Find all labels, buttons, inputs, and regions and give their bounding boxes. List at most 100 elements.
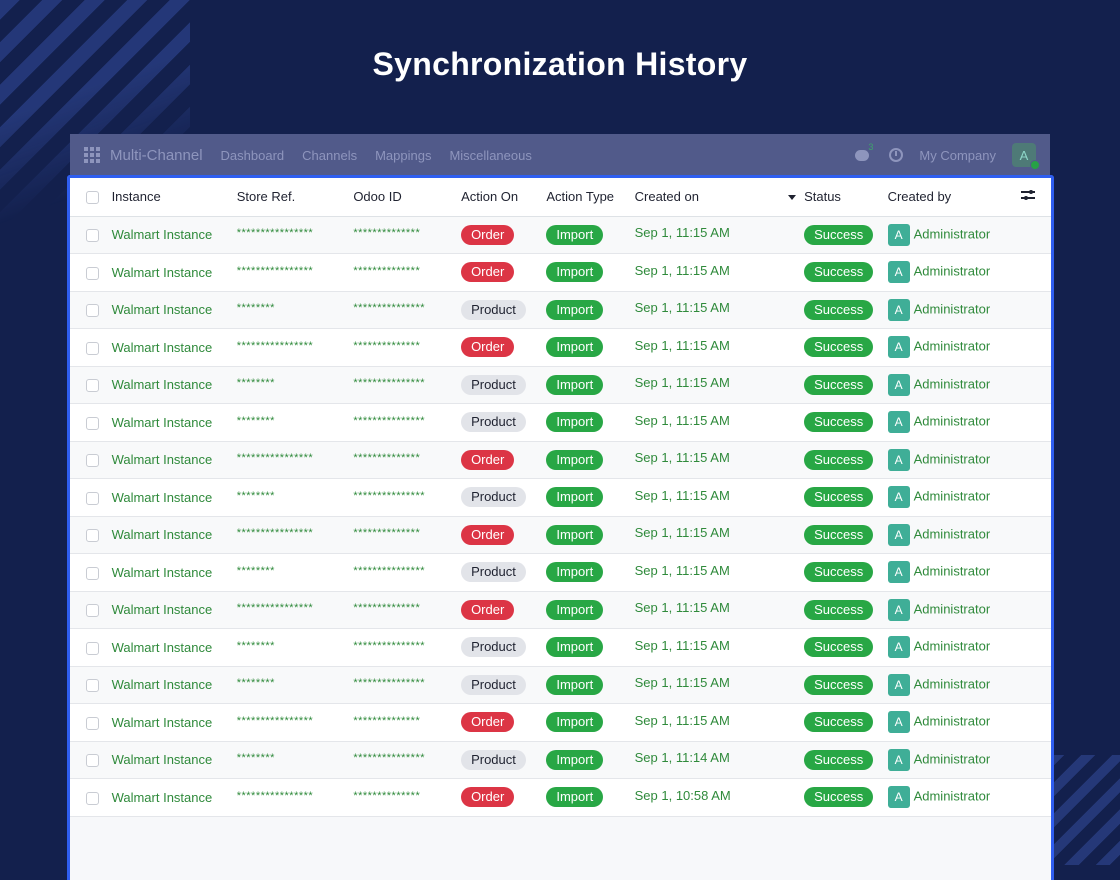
instance-cell[interactable]: Walmart Instance [111, 778, 237, 817]
nav-link-mappings[interactable]: Mappings [375, 148, 431, 163]
instance-cell[interactable]: Walmart Instance [111, 216, 237, 254]
column-header-action-on[interactable]: Action On [461, 178, 547, 217]
odoo-id-cell: ************** [353, 703, 462, 742]
instance-cell[interactable]: Walmart Instance [111, 366, 237, 404]
created-by-cell: A Administrator [887, 703, 1022, 742]
instance-cell[interactable]: Walmart Instance [111, 328, 237, 367]
row-checkbox[interactable] [86, 266, 99, 280]
column-header-store-ref[interactable]: Store Ref. [236, 178, 354, 217]
action-on-cell: Order [461, 328, 547, 367]
row-checkbox[interactable] [86, 754, 99, 768]
column-header-instance[interactable]: Instance [111, 178, 237, 217]
instance-cell[interactable]: Walmart Instance [111, 403, 237, 442]
row-select-cell [70, 741, 112, 779]
instance-cell[interactable]: Walmart Instance [111, 703, 237, 742]
instance-cell[interactable]: Walmart Instance [111, 628, 237, 667]
row-checkbox[interactable] [86, 379, 99, 393]
optional-columns-icon[interactable] [1021, 189, 1036, 201]
status-cell: Success [804, 628, 888, 667]
column-header-odoo-id[interactable]: Odoo ID [353, 178, 462, 217]
row-checkbox[interactable] [86, 491, 99, 505]
table-row[interactable]: Walmart Instance ******** *************** P… [70, 478, 1051, 517]
instance-cell[interactable]: Walmart Instance [111, 441, 237, 479]
clock-icon[interactable] [889, 148, 904, 162]
row-checkbox[interactable] [86, 566, 99, 580]
action-type-badge: Import [546, 637, 604, 658]
table-row[interactable]: Walmart Instance ******** *************** P… [70, 403, 1051, 442]
table-row[interactable]: Walmart Instance **************** ********… [70, 516, 1051, 554]
created-by-name[interactable]: Administrator [914, 414, 991, 429]
created-by-name[interactable]: Administrator [914, 339, 991, 354]
row-select-cell [70, 216, 112, 254]
table-row[interactable]: Walmart Instance **************** ********… [70, 591, 1051, 629]
instance-cell[interactable]: Walmart Instance [111, 591, 237, 629]
created-by-name[interactable]: Administrator [914, 526, 991, 541]
created-by-name[interactable]: Administrator [914, 676, 991, 691]
table-row[interactable]: Walmart Instance **************** ********… [70, 253, 1051, 292]
created-by-name[interactable]: Administrator [914, 376, 991, 391]
row-spacer-cell [1021, 666, 1051, 704]
odoo-id-value: ************** [353, 527, 421, 540]
row-checkbox[interactable] [86, 304, 99, 318]
nav-link-channels[interactable]: Channels [302, 148, 357, 163]
created-by-name[interactable]: Administrator [914, 301, 991, 316]
apps-menu-icon[interactable] [84, 147, 100, 163]
company-switcher[interactable]: My Company [919, 148, 996, 163]
odoo-id-cell: *************** [353, 403, 462, 442]
select-all-checkbox[interactable] [86, 191, 99, 205]
table-row[interactable]: Walmart Instance ******** *************** P… [70, 366, 1051, 404]
row-checkbox[interactable] [86, 679, 99, 693]
action-on-badge: Product [461, 412, 526, 433]
row-checkbox[interactable] [86, 791, 99, 805]
table-row[interactable]: Walmart Instance ******** *************** P… [70, 291, 1051, 329]
column-header-status[interactable]: Status [804, 178, 888, 217]
instance-cell[interactable]: Walmart Instance [111, 741, 237, 779]
created-by-name[interactable]: Administrator [914, 714, 991, 729]
instance-cell[interactable]: Walmart Instance [111, 478, 237, 517]
table-row[interactable]: Walmart Instance ******** *************** P… [70, 741, 1051, 779]
table-row[interactable]: Walmart Instance ******** *************** P… [70, 666, 1051, 704]
created-by-name[interactable]: Administrator [914, 789, 991, 804]
created-by-name[interactable]: Administrator [914, 601, 991, 616]
created-by-name[interactable]: Administrator [914, 751, 991, 766]
row-checkbox[interactable] [86, 604, 99, 618]
user-avatar-icon: A [887, 673, 910, 696]
nav-link-miscellaneous[interactable]: Miscellaneous [449, 148, 531, 163]
row-checkbox[interactable] [86, 716, 99, 730]
instance-cell[interactable]: Walmart Instance [111, 666, 237, 704]
row-checkbox[interactable] [86, 529, 99, 543]
created-by-name[interactable]: Administrator [914, 564, 991, 579]
action-type-badge: Import [546, 712, 604, 733]
row-checkbox[interactable] [86, 641, 99, 655]
instance-cell[interactable]: Walmart Instance [111, 291, 237, 329]
table-row[interactable]: Walmart Instance **************** ********… [70, 778, 1051, 817]
row-checkbox[interactable] [86, 341, 99, 355]
table-row[interactable]: Walmart Instance ******** *************** P… [70, 628, 1051, 667]
table-row[interactable]: Walmart Instance **************** ********… [70, 328, 1051, 367]
instance-cell[interactable]: Walmart Instance [111, 553, 237, 592]
created-by-name[interactable]: Administrator [914, 639, 991, 654]
table-row[interactable]: Walmart Instance **************** ********… [70, 441, 1051, 479]
created-by-name[interactable]: Administrator [914, 226, 991, 241]
nav-link-dashboard[interactable]: Dashboard [221, 148, 285, 163]
chat-icon[interactable]: 3 [855, 142, 873, 162]
instance-cell[interactable]: Walmart Instance [111, 516, 237, 554]
instance-cell[interactable]: Walmart Instance [111, 253, 237, 292]
created-on-value: Sep 1, 11:15 AM [634, 337, 730, 353]
row-checkbox[interactable] [86, 229, 99, 243]
table-row[interactable]: Walmart Instance **************** ********… [70, 703, 1051, 742]
created-by-name[interactable]: Administrator [914, 264, 991, 279]
created-by-name[interactable]: Administrator [914, 489, 991, 504]
column-header-action-type[interactable]: Action Type [546, 178, 635, 217]
user-avatar[interactable]: A [1012, 143, 1040, 170]
row-checkbox[interactable] [86, 454, 99, 468]
created-by-name[interactable]: Administrator [914, 451, 991, 466]
table-row[interactable]: Walmart Instance **************** ********… [70, 216, 1051, 254]
row-checkbox[interactable] [86, 416, 99, 430]
column-header-created-on[interactable]: Created on [634, 178, 805, 217]
created-on-cell: Sep 1, 11:15 AM [634, 403, 805, 442]
app-name[interactable]: Multi-Channel [110, 147, 203, 164]
table-row[interactable]: Walmart Instance ******** *************** P… [70, 553, 1051, 592]
store-ref-cell: ******** [236, 291, 354, 329]
column-header-created-by[interactable]: Created by [887, 178, 1022, 217]
